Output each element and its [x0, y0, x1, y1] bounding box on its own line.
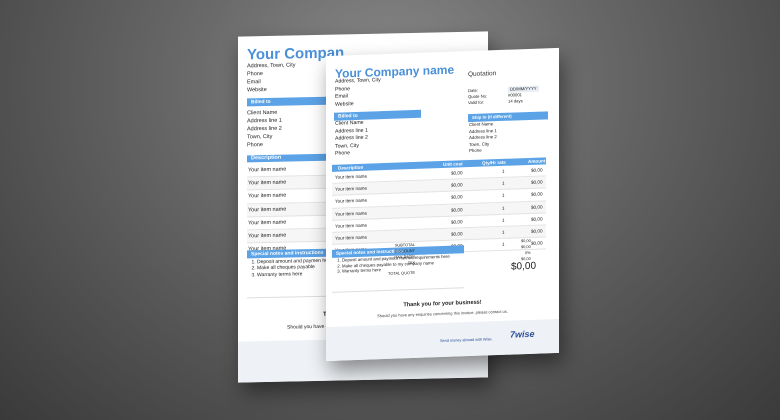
- item-qty: 1: [502, 181, 505, 187]
- notes-divider: [332, 287, 464, 293]
- item-qty: 1: [502, 217, 505, 223]
- item-unit-cost: $0,00: [451, 231, 463, 237]
- back-enquiries-fragment: Should you have c: [287, 323, 329, 331]
- item-unit-cost: $0,00: [451, 219, 463, 225]
- ship-to-header: Ship to (if different): [468, 111, 548, 123]
- front-quotation-page: Your Company name Address, Town, City Ph…: [326, 47, 559, 362]
- total-quote-label: TOTAL QUOTE: [388, 269, 415, 276]
- wise-logo: 7wise: [510, 328, 535, 340]
- ship-phone: Phone: [469, 148, 482, 154]
- item-name: Your item name: [248, 219, 287, 227]
- back-website-line: Website: [247, 87, 267, 94]
- item-name: Your item name: [335, 198, 368, 205]
- item-name: Your item name: [248, 206, 287, 213]
- ship-to-lines: Client Name Address line 1 Address line …: [469, 121, 497, 155]
- back-billed-to-header: Billed to: [247, 96, 327, 107]
- item-name: Your item name: [248, 232, 287, 240]
- item-name: Your item name: [335, 185, 368, 192]
- back-description-header: Description: [251, 154, 282, 162]
- valid-for-value: 14 days: [508, 98, 523, 104]
- website-line: Website: [335, 100, 354, 108]
- item-unit-cost: $0,00: [451, 194, 463, 201]
- tax-label: TAX: [407, 259, 415, 266]
- item-amount: $0,00: [531, 240, 543, 247]
- item-name: Your item name: [248, 179, 287, 187]
- item-name: Your item name: [335, 210, 368, 217]
- quotation-title: Quotation: [468, 70, 497, 79]
- item-amount: $0,00: [531, 228, 543, 234]
- valid-for-label: Valid for:: [468, 99, 485, 106]
- item-qty: 1: [502, 168, 505, 174]
- client-phone: Phone: [335, 150, 351, 157]
- item-amount: $0,00: [531, 191, 543, 198]
- quote-meta-labels: Date: Quote No: Valid for:: [468, 87, 487, 106]
- item-name: Your item name: [248, 192, 287, 200]
- item-unit-cost: $0,00: [451, 182, 463, 188]
- item-qty: 1: [502, 193, 505, 199]
- item-amount: $0,00: [531, 179, 543, 186]
- address-line: Address, Town, City: [335, 77, 381, 85]
- address-line-2: Address line 2: [335, 134, 368, 142]
- back-client-phone: Phone: [247, 142, 263, 149]
- item-qty: 1: [502, 241, 505, 248]
- item-name: Your item name: [335, 222, 368, 229]
- send-money-text: Send money abroad with Wise.: [440, 337, 493, 344]
- back-address-line: Address, Town, City: [247, 62, 296, 70]
- back-company-address: Address, Town, City Phone Email Website: [247, 61, 296, 94]
- item-name: Your item name: [335, 173, 368, 180]
- item-name: Your item name: [335, 234, 368, 241]
- total-quote-value: $0,00: [511, 260, 537, 273]
- billed-to-lines: Client Name Address line 1 Address line …: [335, 120, 368, 159]
- item-unit-cost: $0,00: [451, 170, 463, 176]
- quote-meta-values: DD/MM/YYYY #00001 14 days: [508, 85, 539, 105]
- item-qty: 1: [502, 229, 505, 235]
- item-name: Your item name: [248, 166, 287, 174]
- items-table: Your item name $0,00 1 $0,00 Your item n…: [332, 164, 546, 258]
- company-address: Address, Town, City Phone Email Website: [335, 77, 381, 109]
- item-amount: $0,00: [531, 216, 543, 222]
- back-billed-to-lines: Client Name Address line 1 Address line …: [247, 109, 282, 150]
- item-amount: $0,00: [531, 204, 543, 210]
- item-unit-cost: $0,00: [451, 206, 463, 213]
- billed-to-header: Billed to: [334, 109, 421, 121]
- item-qty: 1: [502, 205, 505, 211]
- footer-band: Send money abroad with Wise. 7wise: [326, 318, 559, 362]
- item-amount: $0,00: [531, 167, 543, 173]
- back-notes-divider: [247, 295, 327, 299]
